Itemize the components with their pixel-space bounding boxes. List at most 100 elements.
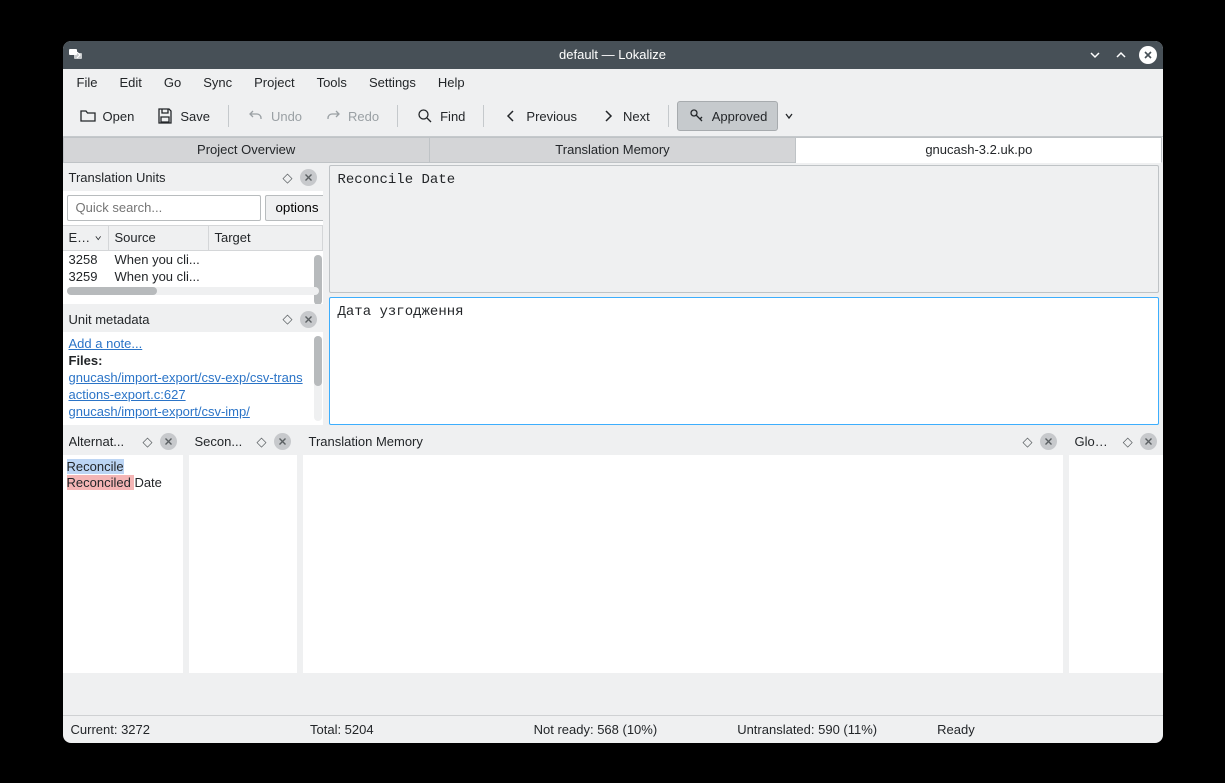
secondary-body: [189, 455, 297, 673]
menu-edit[interactable]: Edit: [109, 71, 151, 94]
toolbar-separator: [397, 105, 398, 127]
tab-file[interactable]: gnucash-3.2.uk.po: [796, 137, 1162, 163]
workarea: Translation Units ◇ options: [63, 163, 1163, 715]
quick-search-input[interactable]: [67, 195, 261, 221]
col-entry[interactable]: Entry: [63, 226, 109, 250]
previous-button[interactable]: Previous: [492, 102, 587, 130]
menu-sync[interactable]: Sync: [193, 71, 242, 94]
titlebar: default — Lokalize: [63, 41, 1163, 69]
undo-icon: [247, 107, 265, 125]
redo-button[interactable]: Redo: [314, 102, 389, 130]
status-ready: Ready: [937, 722, 975, 737]
approved-button[interactable]: Approved: [677, 101, 779, 131]
panel-title-glossary: Glos...: [1075, 434, 1112, 449]
panel-header-unit-metadata: Unit metadata ◇: [63, 306, 323, 332]
menu-file[interactable]: File: [67, 71, 108, 94]
panel-float-icon[interactable]: ◇: [280, 170, 296, 186]
window-title: default — Lokalize: [63, 47, 1163, 62]
approved-label: Approved: [712, 109, 768, 124]
save-icon: [156, 107, 174, 125]
panel-float-icon[interactable]: ◇: [1020, 434, 1036, 450]
menu-tools[interactable]: Tools: [307, 71, 357, 94]
scrollbar-vertical[interactable]: [314, 255, 322, 281]
translation-units-panel: Translation Units ◇ options: [63, 165, 323, 305]
find-label: Find: [440, 109, 465, 124]
close-button[interactable]: [1139, 46, 1157, 64]
upper-row: Translation Units ◇ options: [63, 163, 1163, 427]
target-text-input[interactable]: Дата узгодження: [329, 297, 1159, 425]
panel-close-icon[interactable]: [274, 433, 291, 450]
files-label: Files:: [69, 353, 103, 368]
minimize-button[interactable]: [1087, 47, 1103, 63]
diff-text: Date: [134, 475, 161, 490]
editor-column: Reconcile Date Дата узгодження: [329, 165, 1163, 425]
table-row[interactable]: 3258 When you cli...: [63, 251, 323, 268]
menu-settings[interactable]: Settings: [359, 71, 426, 94]
toolbar-separator: [228, 105, 229, 127]
chevron-right-icon: [599, 107, 617, 125]
file-link[interactable]: gnucash/import-export/csv-imp/: [69, 404, 309, 421]
translation-units-body: options Entry Source Target 3258: [63, 191, 323, 305]
table-row[interactable]: 3259 When you cli...: [63, 268, 323, 285]
panel-close-icon[interactable]: [1140, 433, 1157, 450]
chevron-down-icon: [95, 234, 101, 242]
col-source[interactable]: Source: [109, 226, 209, 250]
add-note-link[interactable]: Add a note...: [69, 336, 143, 351]
file-link[interactable]: gnucash/import-export/csv-exp/csv-transa…: [69, 370, 309, 404]
panel-title-unit-metadata: Unit metadata: [69, 312, 150, 327]
panel-header-glossary: Glos... ◇: [1069, 429, 1163, 455]
next-label: Next: [623, 109, 650, 124]
glossary-panel: Glos... ◇: [1069, 429, 1163, 673]
panel-header-secondary: Secon... ◇: [189, 429, 297, 455]
menu-help[interactable]: Help: [428, 71, 475, 94]
translation-memory-panel: Translation Memory ◇: [303, 429, 1063, 673]
save-button[interactable]: Save: [146, 102, 220, 130]
menu-project[interactable]: Project: [244, 71, 304, 94]
chevron-left-icon: [502, 107, 520, 125]
row-entry: 3259: [63, 269, 109, 284]
panel-float-icon[interactable]: ◇: [280, 311, 296, 327]
maximize-button[interactable]: [1113, 47, 1129, 63]
panel-title-tm: Translation Memory: [309, 434, 423, 449]
panel-header-alternate: Alternat... ◇: [63, 429, 183, 455]
secondary-sync-panel: Secon... ◇: [189, 429, 297, 673]
panel-float-icon[interactable]: ◇: [1120, 434, 1136, 450]
panel-float-icon[interactable]: ◇: [140, 434, 156, 450]
panel-title-translation-units: Translation Units: [69, 170, 166, 185]
unit-metadata-body: Add a note... Files: gnucash/import-expo…: [63, 332, 323, 424]
alternate-body: ReconcileReconciled Date: [63, 455, 183, 673]
key-icon: [688, 107, 706, 125]
search-icon: [416, 107, 434, 125]
menubar: File Edit Go Sync Project Tools Settings…: [63, 69, 1163, 97]
panel-close-icon[interactable]: [300, 169, 317, 186]
options-button[interactable]: options: [265, 195, 323, 221]
diff-highlight-old: Reconcile: [67, 459, 124, 474]
scrollbar-vertical[interactable]: [314, 336, 322, 420]
toolbar-separator: [483, 105, 484, 127]
menu-go[interactable]: Go: [154, 71, 191, 94]
folder-open-icon: [79, 107, 97, 125]
col-entry-label: Entry: [69, 230, 92, 245]
alternate-translations-panel: Alternat... ◇ ReconcileReconciled Date: [63, 429, 183, 673]
glossary-body: [1069, 455, 1163, 673]
panel-close-icon[interactable]: [1040, 433, 1057, 450]
lower-row: Alternat... ◇ ReconcileReconciled Date S…: [63, 427, 1163, 675]
next-button[interactable]: Next: [589, 102, 660, 130]
col-target[interactable]: Target: [209, 226, 323, 250]
tab-project-overview[interactable]: Project Overview: [63, 137, 430, 163]
row-source: When you cli...: [109, 252, 269, 267]
find-button[interactable]: Find: [406, 102, 475, 130]
approved-dropdown[interactable]: [778, 106, 800, 126]
redo-label: Redo: [348, 109, 379, 124]
toolbar: Open Save Undo Redo Find: [63, 97, 1163, 137]
status-current: Current: 3272: [71, 722, 151, 737]
tab-translation-memory[interactable]: Translation Memory: [430, 137, 796, 163]
row-entry: 3258: [63, 252, 109, 267]
panel-float-icon[interactable]: ◇: [254, 434, 270, 450]
open-button[interactable]: Open: [69, 102, 145, 130]
scrollbar-horizontal[interactable]: [67, 287, 319, 295]
panel-close-icon[interactable]: [300, 311, 317, 328]
panel-close-icon[interactable]: [160, 433, 177, 450]
undo-button[interactable]: Undo: [237, 102, 312, 130]
redo-icon: [324, 107, 342, 125]
